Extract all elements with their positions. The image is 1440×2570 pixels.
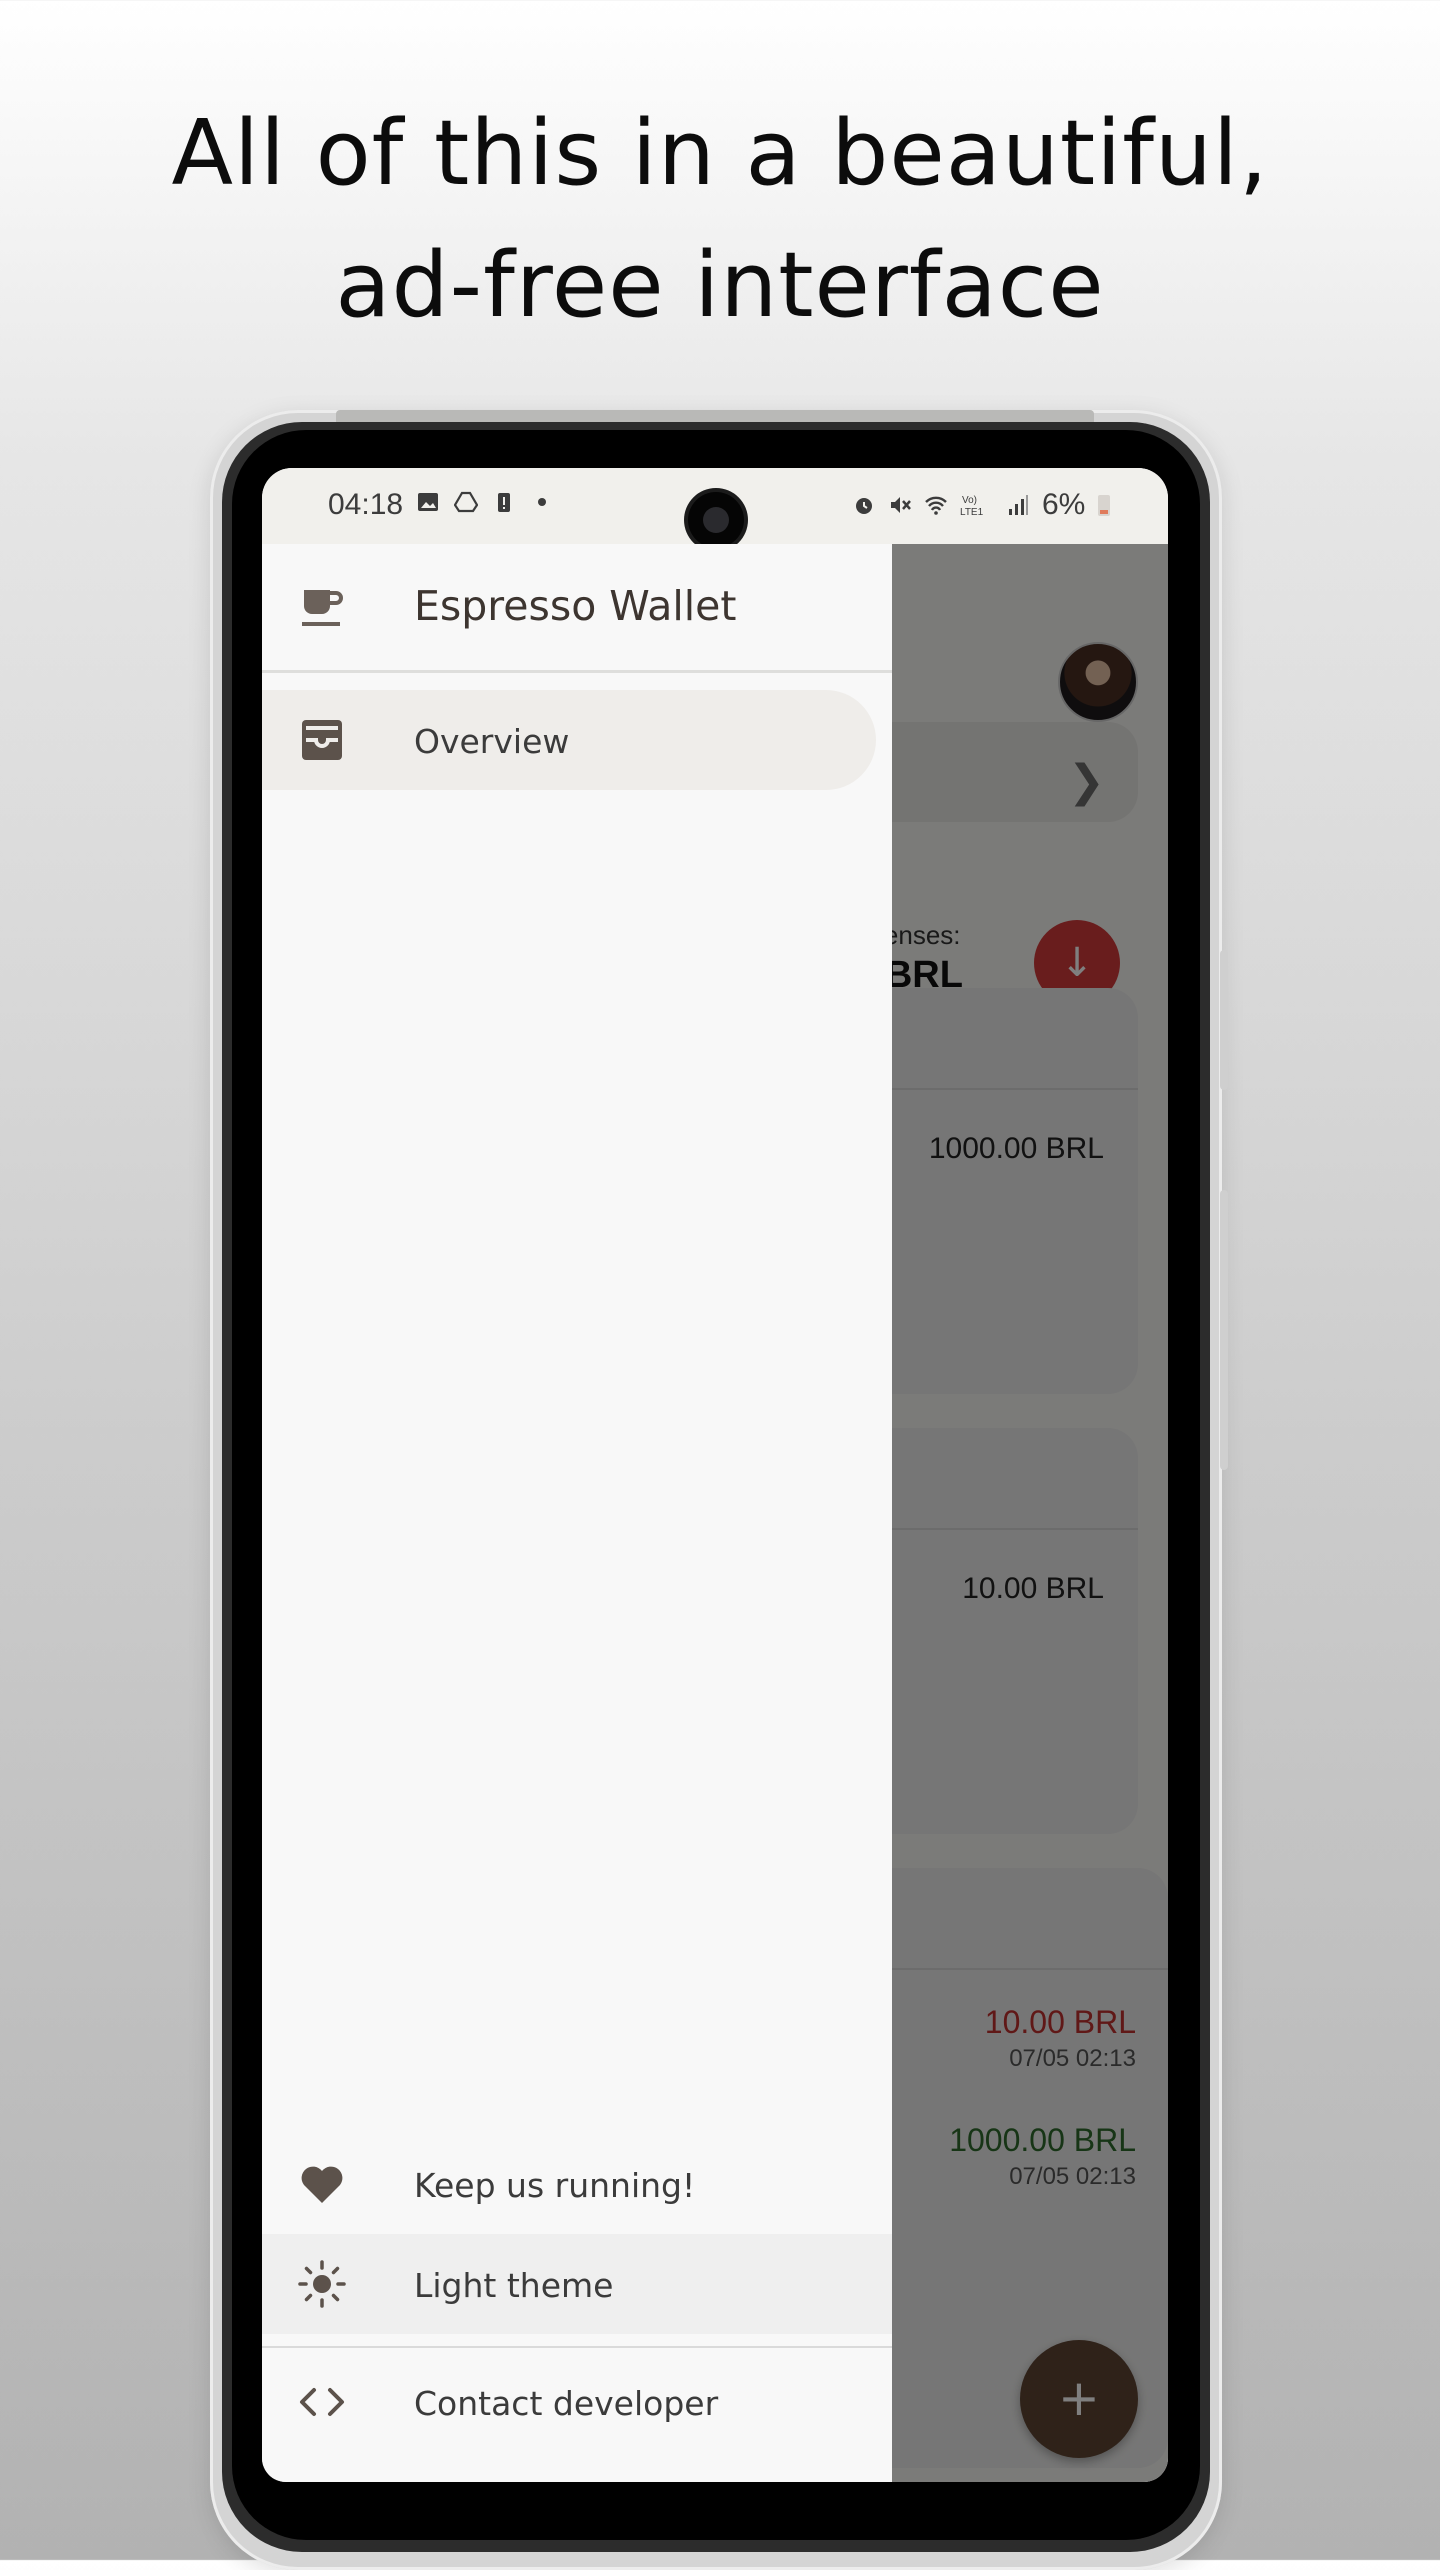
- wifi-icon: [925, 496, 947, 515]
- phone-screen: 04:18 Vo)LTE1 6% ❯ expenses: 00 BRL ↓ 10…: [262, 468, 1168, 2482]
- volume-button: [1220, 950, 1228, 1090]
- navigation-drawer: Espresso Wallet Overview Keep us running…: [262, 544, 892, 2482]
- front-camera: [688, 492, 744, 548]
- inbox-icon: [302, 720, 342, 760]
- headline-line-1: All of this in a beautiful,: [171, 101, 1269, 206]
- code-icon: [300, 2388, 344, 2416]
- menu-item-overview[interactable]: Overview: [262, 690, 876, 790]
- signal-icon: [1009, 495, 1028, 515]
- menu-label-support: Keep us running!: [414, 2166, 696, 2205]
- headline-line-2: ad-free interface: [335, 233, 1105, 338]
- status-icons-left: [416, 490, 554, 514]
- drawer-divider: [262, 2346, 892, 2348]
- drawer-header: Espresso Wallet: [262, 544, 892, 673]
- heart-icon: [301, 2166, 343, 2203]
- menu-label-theme: Light theme: [414, 2266, 614, 2305]
- mute-icon: [891, 497, 911, 513]
- drawer-app-title: Espresso Wallet: [414, 582, 737, 630]
- menu-item-contact-developer[interactable]: Contact developer: [262, 2352, 892, 2452]
- status-bar: 04:18 Vo) LTE1 6%: [262, 468, 1168, 548]
- volte-icon: Vo)LTE1: [960, 495, 984, 517]
- svg-text:LTE1: LTE1: [960, 507, 984, 517]
- image-icon: [418, 493, 438, 511]
- status-time: 04:18: [328, 488, 404, 521]
- status-icons-right: Vo) LTE1 6%: [852, 488, 1111, 522]
- coffee-cup-icon: [302, 590, 343, 626]
- menu-item-keep-us-running[interactable]: Keep us running!: [262, 2134, 892, 2234]
- promo-headline: All of this in a beautiful, ad-free inte…: [0, 88, 1440, 352]
- menu-label-contact: Contact developer: [414, 2384, 719, 2423]
- menu-item-light-theme[interactable]: Light theme: [262, 2234, 892, 2334]
- power-button: [1220, 1190, 1228, 1470]
- battery-low-icon: [1098, 495, 1111, 516]
- battery-percent: 6%: [1042, 488, 1086, 521]
- alarm-icon: [856, 498, 872, 514]
- battery-alert-icon: [498, 493, 510, 512]
- dot-icon: [538, 498, 546, 506]
- drawer-spacer: [262, 794, 892, 2124]
- svg-text:Vo): Vo): [962, 495, 977, 506]
- sun-icon: [298, 2260, 346, 2308]
- menu-label-overview: Overview: [414, 722, 570, 761]
- drive-icon: [454, 491, 478, 513]
